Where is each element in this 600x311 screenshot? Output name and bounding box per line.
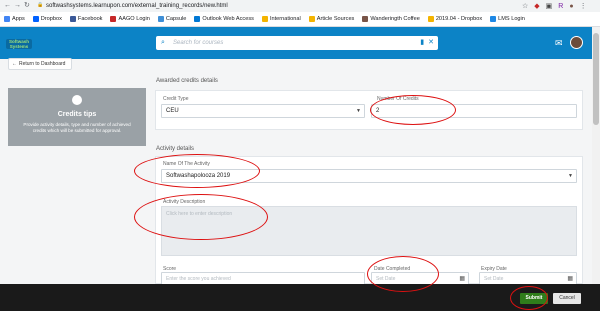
extension-icon[interactable]: ◆: [534, 2, 539, 11]
lock-icon: 🔒: [37, 2, 44, 8]
bookmark-item[interactable]: LMS Login: [490, 16, 525, 22]
bookmark-icon: [69, 16, 76, 22]
menu-icon[interactable]: ⋮: [580, 2, 587, 11]
bookmark-label: Dropbox: [40, 16, 62, 22]
forward-icon[interactable]: →: [14, 2, 21, 10]
annotation-circle: [134, 194, 268, 240]
bookmark-icon: [427, 16, 434, 22]
bookmark-item[interactable]: Article Sources: [308, 16, 355, 22]
bookmark-label: AAGO Login: [118, 16, 150, 22]
bookmark-icon: [308, 16, 315, 22]
bookmark-label: Outlook Web Access: [202, 16, 254, 22]
bookmark-icon: [261, 16, 268, 22]
catalog-icon[interactable]: ▮: [420, 38, 424, 48]
bookmark-label: International: [269, 16, 301, 22]
bookmark-icon: [110, 16, 117, 22]
bookmark-item[interactable]: Capsule: [157, 16, 187, 22]
bookmark-label: LMS Login: [498, 16, 525, 22]
clear-icon[interactable]: ✕: [428, 38, 434, 48]
cancel-button[interactable]: Cancel: [553, 293, 581, 304]
arrow-left-icon: ←: [12, 61, 17, 67]
credit-type-value: CEU: [166, 108, 179, 114]
bookmark-label: Capsule: [165, 16, 187, 22]
back-icon[interactable]: ←: [4, 2, 11, 10]
annotation-circle: [134, 154, 260, 188]
bookmark-label: Wanderingth Coffee: [370, 16, 420, 22]
avatar[interactable]: [570, 36, 583, 49]
bookmark-icon: [157, 16, 164, 22]
annotation-circle: [370, 95, 456, 125]
search-bar[interactable]: ⌕ Search for courses ▮ ✕: [156, 36, 438, 50]
search-icon: ⌕: [161, 39, 165, 46]
credit-type-select[interactable]: CEU ▼: [161, 104, 365, 118]
bookmark-label: Apps: [12, 16, 25, 22]
chevron-down-icon: ▼: [568, 173, 573, 179]
bookmark-item[interactable]: AAGO Login: [110, 16, 150, 22]
user-icon[interactable]: ●: [569, 2, 573, 11]
company-logo[interactable]: Softwash Systems: [6, 39, 32, 49]
star-icon[interactable]: ☆: [522, 2, 528, 11]
bookmark-icon: [32, 16, 39, 22]
credit-type-label: Credit Type: [163, 96, 189, 102]
expiry-date-placeholder: Set Date: [484, 276, 504, 282]
info-icon: [72, 95, 82, 105]
extension-icons: ☆ ◆ ▣ R ● ⋮: [522, 1, 587, 11]
bookmark-icon: [490, 16, 497, 22]
annotation-circle: [367, 256, 439, 292]
mail-icon[interactable]: ✉: [555, 38, 563, 48]
bookmark-label: 2019.04 - Dropbox: [435, 16, 483, 22]
bookmark-label: Article Sources: [316, 16, 355, 22]
activity-section-title: Activity details: [156, 146, 195, 152]
page-scrollbar[interactable]: [592, 27, 600, 284]
address-bar[interactable]: 🔒 softwashsystems.learnupon.com/external…: [34, 1, 530, 11]
chevron-down-icon: ▼: [356, 108, 361, 114]
bookmark-item[interactable]: Facebook: [69, 16, 103, 22]
address-row: ← → ↻ 🔒 softwashsystems.learnupon.com/ex…: [0, 0, 600, 12]
reload-icon[interactable]: ↻: [24, 2, 30, 10]
bookmark-icon: [362, 16, 369, 22]
bookmark-item[interactable]: Apps: [4, 16, 25, 22]
bookmark-item[interactable]: 2019.04 - Dropbox: [427, 16, 483, 22]
bookmarks-bar: Apps Dropbox Facebook AAGO Login Capsule Outl…: [0, 12, 600, 27]
search-input[interactable]: Search for courses: [173, 39, 223, 47]
bookmark-item[interactable]: International: [261, 16, 301, 22]
url-text: softwashsystems.learnupon.com/external_t…: [46, 3, 228, 9]
bookmark-label: Facebook: [77, 16, 103, 22]
annotation-circle: [510, 286, 548, 310]
return-button-label: Return to Dashboard: [19, 61, 66, 67]
extension-icon[interactable]: R: [558, 2, 563, 11]
bookmark-item[interactable]: Outlook Web Access: [194, 16, 254, 22]
bookmark-item[interactable]: Wanderingth Coffee: [362, 16, 420, 22]
extension-icon[interactable]: ▣: [546, 2, 553, 11]
tips-text: Provide activity details, type and numbe…: [23, 122, 131, 133]
scrollbar-thumb[interactable]: [593, 33, 599, 125]
bookmark-item[interactable]: Dropbox: [32, 16, 62, 22]
search-actions: ▮ ✕: [420, 38, 434, 48]
credits-tips-panel: Credits tips Provide activity details, t…: [8, 88, 146, 146]
return-to-dashboard-button[interactable]: ← Return to Dashboard: [8, 58, 72, 70]
bookmark-icon: [4, 16, 10, 22]
bookmark-icon: [194, 16, 201, 22]
tips-title: Credits tips: [57, 111, 97, 118]
credits-section-title: Awarded credits details: [156, 78, 218, 84]
